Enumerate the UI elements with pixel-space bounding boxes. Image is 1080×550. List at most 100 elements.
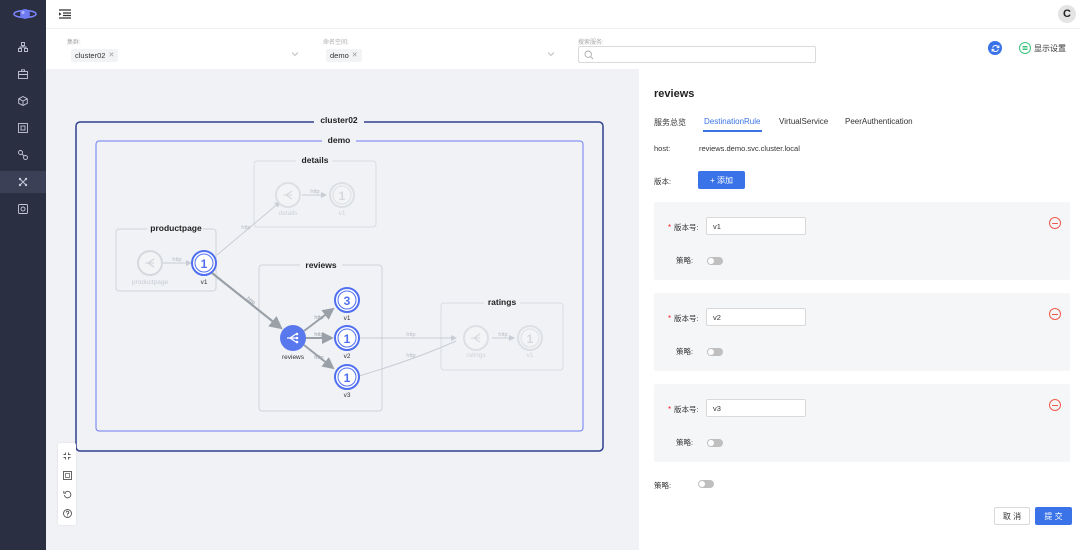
tab-destination-rule[interactable]: DestinationRule — [704, 117, 760, 126]
ratings-v1-count: 1 — [527, 332, 534, 346]
namespace-tag: demo ✕ — [326, 48, 362, 62]
version-card-v2: * 版本号: 策略: — [654, 293, 1070, 371]
namespace-select[interactable]: demo ✕ — [326, 46, 362, 64]
version-number-input[interactable] — [706, 308, 806, 326]
details-service-node[interactable]: details — [275, 182, 301, 217]
display-settings-label: 显示设置 — [1034, 43, 1066, 53]
app-root: C 集群: cluster02 ✕ 命名空间: demo ✕ 搜索服务: 显示设置 — [0, 0, 1080, 550]
version-number-label: 版本号: — [674, 223, 699, 232]
user-avatar[interactable]: C — [1058, 5, 1076, 23]
namespace-tag-text: demo — [330, 50, 349, 60]
fullscreen-button[interactable] — [58, 466, 76, 484]
refresh-icon — [991, 44, 999, 52]
remove-version-icon[interactable] — [1049, 308, 1061, 320]
remove-version-icon[interactable] — [1049, 399, 1061, 411]
search-box[interactable] — [578, 46, 816, 63]
policy-toggle[interactable] — [707, 439, 723, 447]
display-settings-button[interactable]: 显示设置 — [1019, 42, 1066, 54]
version-number-input[interactable] — [706, 399, 806, 417]
cluster-label: cluster02 — [320, 115, 358, 125]
help-button[interactable] — [58, 504, 76, 522]
namespace-label: demo — [328, 135, 351, 145]
cluster-select[interactable]: cluster02 ✕ — [71, 46, 119, 64]
tab-service-overview[interactable]: 服务总览 — [654, 117, 686, 128]
reviews-v2-label: v2 — [344, 353, 351, 360]
remove-version-icon[interactable] — [1049, 217, 1061, 229]
add-version-button[interactable]: + 添加 — [698, 171, 745, 189]
cube-icon — [18, 96, 28, 106]
namespace-chevron-down-icon[interactable] — [547, 50, 555, 58]
search-filter-label: 搜索服务: — [578, 40, 604, 46]
details-v1-label: v1 — [339, 210, 346, 217]
edge-label: http — [406, 353, 415, 359]
display-settings-icon — [1019, 42, 1031, 54]
details-v1-count: 1 — [339, 189, 346, 203]
edge-label: http — [314, 332, 323, 338]
reset-button[interactable] — [58, 485, 76, 503]
cluster-tag-text: cluster02 — [75, 50, 106, 60]
details-v1-node[interactable]: 1 v1 — [329, 182, 355, 217]
sidebar-item-connections[interactable] — [0, 144, 46, 166]
tab-virtual-service[interactable]: VirtualService — [779, 117, 828, 126]
submit-button[interactable]: 提 交 — [1035, 507, 1072, 525]
refresh-button[interactable] — [988, 41, 1002, 55]
host-value: reviews.demo.svc.cluster.local — [699, 144, 800, 153]
global-policy-label: 策略: — [654, 481, 672, 490]
reviews-group-label: reviews — [305, 260, 336, 270]
version-number-input[interactable] — [706, 217, 806, 235]
details-group-label: details — [302, 155, 329, 165]
menu-fold-icon[interactable] — [59, 9, 71, 19]
filter-bar: 集群: cluster02 ✕ 命名空间: demo ✕ 搜索服务: 显示设置 — [46, 28, 1080, 69]
global-policy-toggle[interactable] — [698, 480, 714, 488]
remove-namespace-tag-icon[interactable]: ✕ — [352, 51, 358, 59]
topology-graph[interactable]: cluster02 demo productpage details revie… — [46, 69, 639, 550]
cluster-frame — [75, 121, 604, 452]
reviews-v3-label: v3 — [344, 392, 351, 399]
reviews-v1-node[interactable]: 3 v1 — [334, 287, 360, 322]
version-card-v1: * 版本号: 策略: — [654, 202, 1070, 280]
window-icon — [18, 123, 28, 133]
reviews-service-node[interactable]: reviews — [280, 325, 306, 361]
sidebar-item-workloads[interactable] — [0, 63, 46, 85]
cluster-tag: cluster02 ✕ — [71, 48, 119, 62]
edge-label: http — [314, 315, 323, 321]
cluster-chevron-down-icon[interactable] — [291, 50, 299, 58]
sidebar — [0, 0, 46, 550]
grid-settings-icon — [18, 204, 28, 214]
required-mark: * — [668, 223, 672, 232]
reviews-v3-node[interactable]: 1 v3 — [334, 364, 360, 399]
policy-label: 策略: — [676, 256, 694, 265]
required-mark: * — [668, 405, 672, 414]
search-input[interactable] — [599, 48, 809, 61]
reviews-v1-label: v1 — [344, 315, 351, 322]
ratings-service-node[interactable]: ratings — [463, 325, 489, 359]
sidebar-item-mesh[interactable] — [0, 171, 46, 193]
policy-toggle[interactable] — [707, 348, 723, 356]
sidebar-item-window[interactable] — [0, 117, 46, 139]
top-header: C — [46, 0, 1080, 28]
topology-canvas[interactable]: cluster02 demo productpage details revie… — [46, 69, 639, 550]
fit-screen-button[interactable] — [58, 447, 76, 465]
cancel-button[interactable]: 取 消 — [994, 507, 1030, 525]
ratings-v1-node[interactable]: 1 v1 — [517, 325, 543, 359]
host-label: host: — [654, 144, 671, 153]
productpage-v1-node[interactable]: 1 v1 — [191, 250, 217, 286]
edge-label: http — [172, 257, 181, 263]
planet-logo-icon[interactable] — [13, 7, 37, 21]
reviews-v2-count: 1 — [344, 332, 351, 346]
sidebar-item-topology[interactable] — [0, 36, 46, 58]
reviews-v3-count: 1 — [344, 371, 351, 385]
productpage-service-node[interactable]: productpage — [132, 250, 169, 286]
required-mark: * — [668, 314, 672, 323]
tab-peer-authentication[interactable]: PeerAuthentication — [845, 117, 913, 126]
reviews-v2-node[interactable]: 1 v2 — [334, 325, 360, 360]
sidebar-item-packages[interactable] — [0, 90, 46, 112]
policy-toggle[interactable] — [707, 257, 723, 265]
namespace-filter-label: 命名空间: — [323, 40, 349, 46]
mesh-icon — [18, 177, 28, 187]
remove-cluster-tag-icon[interactable]: ✕ — [108, 51, 114, 59]
fullscreen-icon — [62, 470, 72, 480]
sidebar-item-settings[interactable] — [0, 198, 46, 220]
productpage-v1-label: v1 — [201, 279, 208, 286]
edge-label: http — [498, 332, 507, 338]
